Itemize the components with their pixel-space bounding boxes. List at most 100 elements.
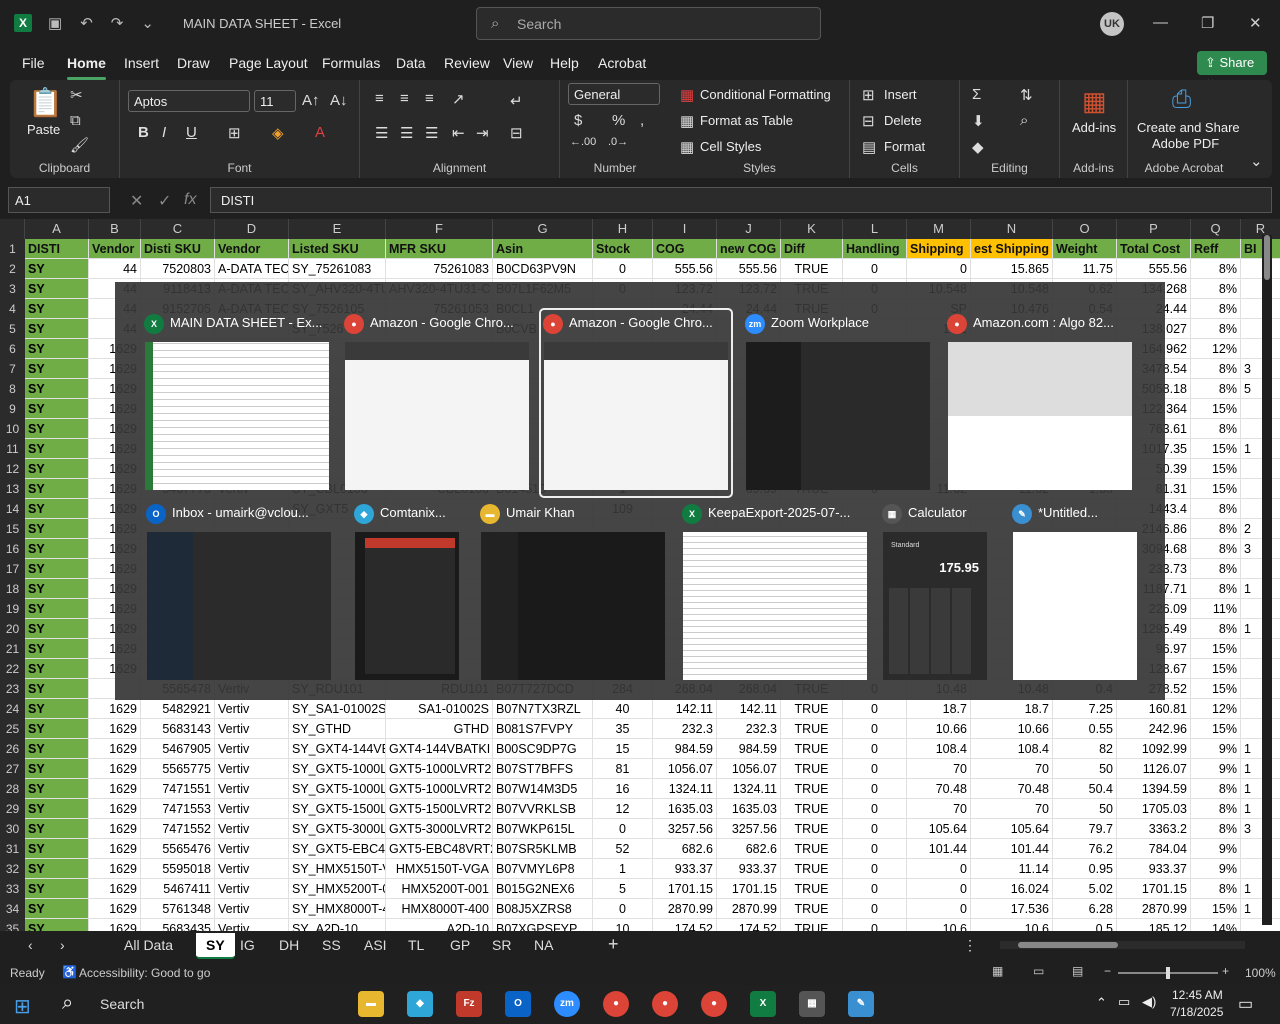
column-header[interactable]: K [781, 219, 843, 239]
task-switcher-window[interactable]: ◆ Comtanix... [352, 500, 462, 686]
row-header[interactable]: 13 [0, 479, 25, 499]
column-title-cell[interactable]: Reff [1191, 239, 1241, 259]
column-title-cell[interactable]: MFR SKU [386, 239, 493, 259]
table-cell[interactable]: 5565775 [141, 759, 215, 779]
table-cell[interactable]: GTHD [386, 719, 493, 739]
copy-icon[interactable]: ⧉ [70, 112, 81, 129]
decrease-indent-icon[interactable]: ⇤ [452, 124, 465, 142]
table-cell[interactable]: 12% [1191, 699, 1241, 719]
notifications-icon[interactable]: ▭ [1238, 994, 1253, 1014]
table-cell[interactable]: 555.56 [653, 259, 717, 279]
column-header[interactable]: F [386, 219, 493, 239]
table-cell[interactable]: 5467905 [141, 739, 215, 759]
table-cell[interactable]: 70 [907, 759, 971, 779]
table-cell[interactable]: 79.7 [1053, 819, 1117, 839]
table-cell[interactable]: 1635.03 [717, 799, 781, 819]
number-format-select[interactable]: General [568, 83, 660, 105]
table-cell[interactable]: B07VMYL6P8 [493, 859, 593, 879]
table-cell[interactable]: SY [25, 859, 89, 879]
column-title-cell[interactable]: Listed SKU [289, 239, 386, 259]
table-cell[interactable]: SY_GXT5-1500LV [289, 799, 386, 819]
sheet-tab[interactable]: NA [534, 937, 553, 953]
table-cell[interactable]: 0 [843, 819, 907, 839]
table-cell[interactable]: 0 [843, 839, 907, 859]
clock-date[interactable]: 7/18/2025 [1170, 1005, 1223, 1019]
sheet-tab[interactable]: TL [408, 937, 424, 953]
table-cell[interactable]: 1 [1241, 879, 1280, 899]
formula-input[interactable]: DISTI [210, 187, 1272, 213]
table-cell[interactable]: SY [25, 299, 89, 319]
table-cell[interactable]: 105.64 [907, 819, 971, 839]
cancel-entry-icon[interactable]: ✕ [130, 191, 143, 211]
tab-review[interactable]: Review [444, 55, 490, 71]
table-cell[interactable]: 0 [907, 859, 971, 879]
table-cell[interactable]: 1701.15 [653, 879, 717, 899]
table-cell[interactable]: 9% [1191, 839, 1241, 859]
table-cell[interactable]: B07N7TX3RZL [493, 699, 593, 719]
align-center-icon[interactable]: ☰ [400, 124, 413, 142]
table-cell[interactable]: 0 [843, 259, 907, 279]
table-cell[interactable]: 70.48 [971, 779, 1053, 799]
table-cell[interactable]: SY_SA1-01002S [289, 699, 386, 719]
table-cell[interactable]: 1629 [89, 779, 141, 799]
table-cell[interactable] [1241, 479, 1280, 499]
align-middle-icon[interactable]: ≡ [400, 90, 409, 107]
table-cell[interactable]: 0 [843, 779, 907, 799]
table-cell[interactable]: 5 [1241, 379, 1280, 399]
table-cell[interactable]: 0 [907, 879, 971, 899]
excel-icon[interactable]: X [750, 991, 776, 1017]
addins-button[interactable]: Add-ins [1072, 120, 1116, 135]
table-cell[interactable] [1241, 859, 1280, 879]
table-cell[interactable]: 8% [1191, 819, 1241, 839]
next-sheet-icon[interactable]: › [60, 937, 65, 953]
table-cell[interactable]: 2 [1241, 519, 1280, 539]
table-cell[interactable]: B015G2NEX6 [493, 879, 593, 899]
table-cell[interactable] [1241, 839, 1280, 859]
table-cell[interactable]: 1056.07 [653, 759, 717, 779]
close-icon[interactable]: ✕ [1249, 14, 1262, 32]
table-cell[interactable]: 0.55 [1053, 719, 1117, 739]
table-cell[interactable]: 7520803 [141, 259, 215, 279]
table-cell[interactable]: 8% [1191, 619, 1241, 639]
table-cell[interactable]: 1 [1241, 619, 1280, 639]
table-cell[interactable]: GXT5-1000LVRT2 [386, 759, 493, 779]
table-cell[interactable]: 6.28 [1053, 899, 1117, 919]
row-header[interactable]: 27 [0, 759, 25, 779]
table-cell[interactable] [1241, 599, 1280, 619]
row-header[interactable]: 33 [0, 879, 25, 899]
table-cell[interactable]: 1056.07 [717, 759, 781, 779]
cell-styles-button[interactable]: Cell Styles [700, 139, 761, 154]
table-cell[interactable]: 1629 [89, 879, 141, 899]
column-header[interactable]: N [971, 219, 1053, 239]
volume-icon[interactable]: ◀) [1142, 994, 1156, 1010]
autosum-icon[interactable]: Σ [972, 86, 981, 103]
table-cell[interactable]: 70 [907, 799, 971, 819]
prev-sheet-icon[interactable]: ‹ [28, 937, 33, 953]
column-title-cell[interactable]: COG [653, 239, 717, 259]
tab-file[interactable]: File [22, 55, 45, 71]
table-cell[interactable]: 8% [1191, 779, 1241, 799]
table-cell[interactable]: HMX5200T-001 [386, 879, 493, 899]
paste-icon[interactable]: 📋 [28, 86, 63, 119]
table-cell[interactable]: 142.11 [653, 699, 717, 719]
table-cell[interactable]: B07XGPSFYP [493, 919, 593, 931]
column-title-cell[interactable]: Asin [493, 239, 593, 259]
table-cell[interactable]: B07ST7BFFS [493, 759, 593, 779]
table-cell[interactable]: 1629 [89, 719, 141, 739]
table-cell[interactable]: TRUE [781, 799, 843, 819]
table-cell[interactable]: B00SC9DP7G [493, 739, 593, 759]
table-cell[interactable]: Vertiv [215, 819, 289, 839]
table-cell[interactable]: 15 [593, 739, 653, 759]
table-cell[interactable]: TRUE [781, 919, 843, 931]
table-cell[interactable]: 1701.15 [717, 879, 781, 899]
table-cell[interactable]: SY_GXT5-1000LV [289, 779, 386, 799]
task-switcher-window[interactable]: ▬ Umair Khan [478, 500, 668, 686]
table-cell[interactable]: 5.02 [1053, 879, 1117, 899]
table-cell[interactable]: 70.48 [907, 779, 971, 799]
table-cell[interactable]: 75261083 [386, 259, 493, 279]
table-cell[interactable]: 0 [843, 719, 907, 739]
table-cell[interactable]: 0 [593, 899, 653, 919]
table-cell[interactable]: SY_75261083 [289, 259, 386, 279]
table-cell[interactable]: SY_GXT4-144VB [289, 739, 386, 759]
table-cell[interactable]: 0 [907, 259, 971, 279]
